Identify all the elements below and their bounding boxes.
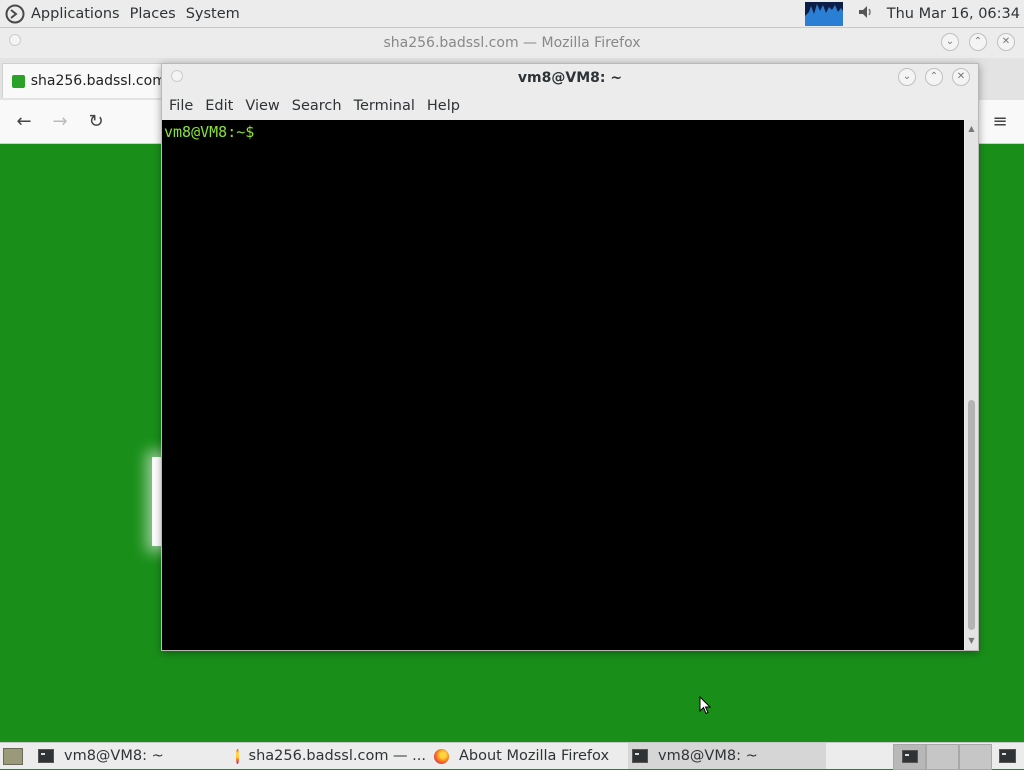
firefox-titlebar[interactable]: sha256.badssl.com — Mozilla Firefox ⌄ ⌃ … xyxy=(0,28,1024,58)
firefox-tab-label: sha256.badssl.com xyxy=(30,73,163,89)
taskbar-item-terminal-2[interactable]: vm8@VM8: ~ xyxy=(628,743,826,769)
forward-arrow-icon[interactable]: → xyxy=(48,110,72,134)
taskbar-item-about-firefox[interactable]: About Mozilla Firefox xyxy=(434,743,624,769)
bottom-panel: vm8@VM8: ~ sha256.badssl.com — ... About… xyxy=(0,742,1024,770)
terminal-icon[interactable] xyxy=(999,749,1016,763)
taskbar-item-terminal-1[interactable]: vm8@VM8: ~ xyxy=(38,743,224,769)
firefox-icon xyxy=(434,748,449,764)
places-menu[interactable]: Places xyxy=(125,6,181,22)
view-menu[interactable]: View xyxy=(239,98,285,114)
hamburger-menu-icon[interactable]: ≡ xyxy=(988,110,1012,134)
reload-icon[interactable]: ↻ xyxy=(84,110,108,134)
system-monitor-graph[interactable] xyxy=(804,1,843,26)
help-menu[interactable]: Help xyxy=(421,98,466,114)
terminal-maximize-button[interactable]: ⌃ xyxy=(925,68,943,86)
terminal-icon xyxy=(38,749,54,763)
back-arrow-icon[interactable]: ← xyxy=(12,110,36,134)
terminal-close-button[interactable]: ✕ xyxy=(952,68,970,86)
system-menu[interactable]: System xyxy=(181,6,245,22)
terminal-scrollbar[interactable]: ▲ ▼ xyxy=(965,120,978,650)
terminal-icon xyxy=(902,750,918,763)
scroll-up-arrow-icon[interactable]: ▲ xyxy=(967,124,976,133)
firefox-maximize-button[interactable]: ⌃ xyxy=(969,33,987,51)
mouse-cursor-icon xyxy=(699,695,712,719)
scroll-down-arrow-icon[interactable]: ▼ xyxy=(967,636,976,645)
top-panel: Applications Places System Thu Mar 16, 0… xyxy=(0,0,1024,28)
terminal-window-title: vm8@VM8: ~ xyxy=(517,70,623,86)
workspace-1[interactable] xyxy=(893,744,926,770)
taskbar-item-label: vm8@VM8: ~ xyxy=(658,748,758,764)
terminal-window: vm8@VM8: ~ ⌄ ⌃ ✕ File Edit View Search T… xyxy=(161,63,979,651)
applications-menu[interactable]: Applications xyxy=(26,6,125,22)
taskbar-item-label: About Mozilla Firefox xyxy=(459,748,610,764)
lock-icon xyxy=(12,74,25,88)
terminal-menubar: File Edit View Search Terminal Help xyxy=(162,94,466,118)
firefox-icon xyxy=(236,748,239,764)
firefox-tab[interactable]: sha256.badssl.com xyxy=(2,63,164,98)
firefox-window-title: sha256.badssl.com — Mozilla Firefox xyxy=(383,35,641,51)
clock[interactable]: Thu Mar 16, 06:34 xyxy=(887,6,1020,22)
edit-menu[interactable]: Edit xyxy=(199,98,239,114)
firefox-close-button[interactable]: ✕ xyxy=(997,33,1015,51)
terminal-menu[interactable]: Terminal xyxy=(348,98,421,114)
distro-logo-icon[interactable] xyxy=(4,3,26,25)
file-menu[interactable]: File xyxy=(162,98,199,114)
terminal-titlebar[interactable]: vm8@VM8: ~ ⌄ ⌃ ✕ xyxy=(162,64,978,92)
search-menu[interactable]: Search xyxy=(286,98,348,114)
shell-prompt: vm8@VM8:~$ xyxy=(164,123,255,141)
terminal-minimize-button[interactable]: ⌄ xyxy=(898,68,916,86)
firefox-minimize-button[interactable]: ⌄ xyxy=(941,33,959,51)
show-desktop-icon[interactable] xyxy=(3,748,23,765)
volume-icon[interactable] xyxy=(857,3,875,25)
terminal-icon xyxy=(632,749,648,763)
workspace-2[interactable] xyxy=(926,744,959,770)
taskbar-item-firefox[interactable]: sha256.badssl.com — ... xyxy=(236,743,426,769)
taskbar-item-label: vm8@VM8: ~ xyxy=(64,748,164,764)
scrollbar-thumb[interactable] xyxy=(968,400,975,630)
workspace-3[interactable] xyxy=(959,744,992,770)
taskbar-item-label: sha256.badssl.com — ... xyxy=(248,748,426,764)
terminal-screen[interactable]: vm8@VM8:~$ xyxy=(162,120,964,650)
